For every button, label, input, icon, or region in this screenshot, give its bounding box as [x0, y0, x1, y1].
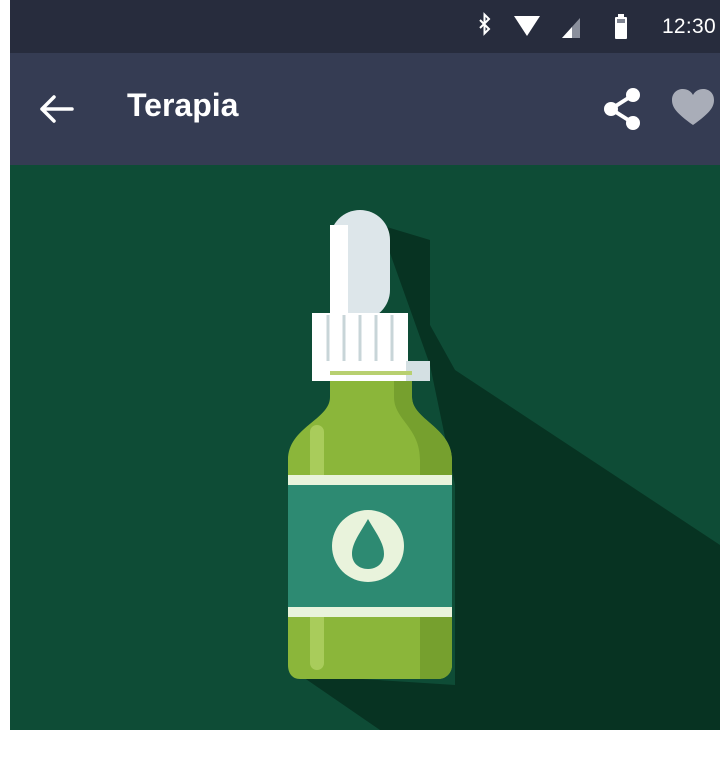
hero-illustration	[10, 165, 720, 730]
app-screen: 12:30 Terapia	[10, 0, 720, 758]
heart-icon	[666, 89, 720, 135]
share-button[interactable]	[597, 83, 649, 135]
dropper-bulb-highlight	[330, 225, 348, 320]
status-bar: 12:30	[10, 0, 720, 53]
app-bar: Terapia	[10, 53, 720, 165]
label-top-stripe	[288, 475, 452, 485]
arrow-left-icon	[32, 95, 84, 139]
status-time: 12:30	[661, 15, 716, 38]
favorite-button[interactable]	[666, 83, 720, 135]
essential-oil-bottle-illustration	[10, 165, 720, 730]
cell-signal-icon	[558, 0, 584, 53]
wifi-icon	[512, 0, 542, 53]
bluetooth-icon	[476, 0, 494, 53]
back-button[interactable]	[32, 83, 84, 135]
battery-icon	[613, 0, 629, 53]
page-title: Terapia	[127, 87, 239, 123]
share-icon	[597, 88, 649, 139]
label-bottom-stripe	[288, 607, 452, 617]
drop-icon	[332, 510, 404, 582]
